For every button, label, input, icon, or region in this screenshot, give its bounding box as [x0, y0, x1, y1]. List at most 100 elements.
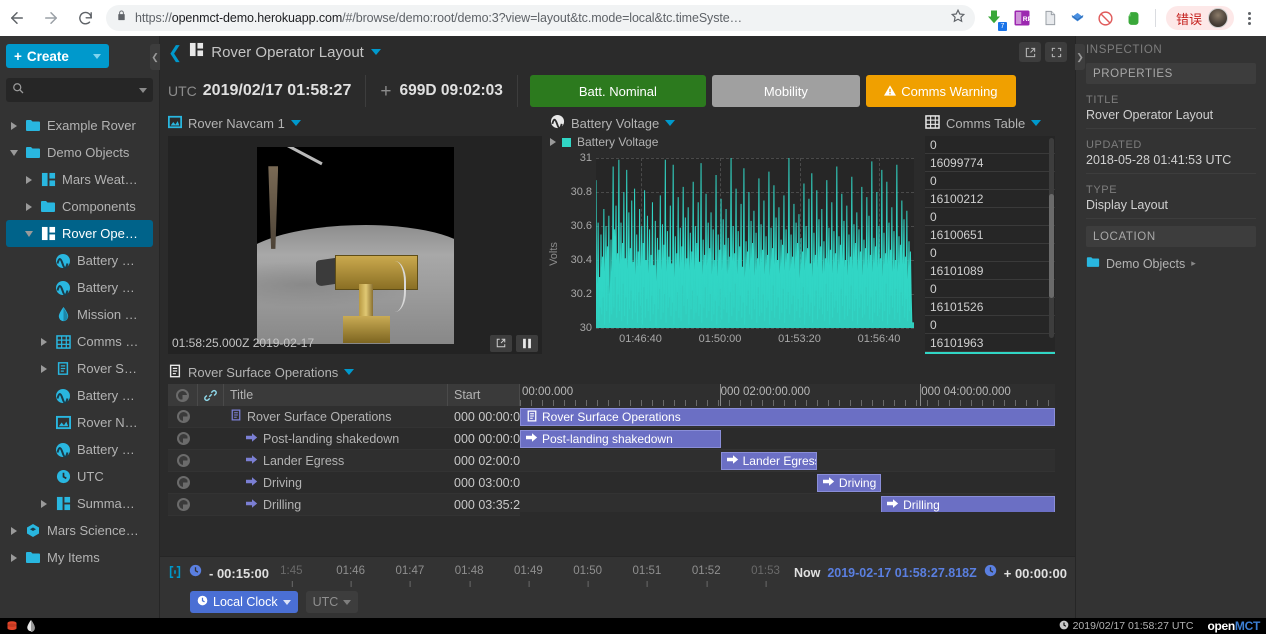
- tree-item-rover-s[interactable]: Rover S…: [6, 355, 153, 382]
- chevron-down-icon[interactable]: [290, 120, 301, 126]
- comms-table-row[interactable]: 0: [925, 208, 1055, 226]
- block-extension-icon[interactable]: [1093, 5, 1119, 31]
- tree-item-summa[interactable]: Summa…: [6, 490, 153, 517]
- chevron-right-icon[interactable]: [38, 364, 49, 373]
- start-offset[interactable]: - 00:15:00: [209, 566, 269, 581]
- rp-extension-icon[interactable]: RP: [1009, 5, 1035, 31]
- export-icon[interactable]: [490, 334, 512, 352]
- scrollbar[interactable]: [1049, 138, 1054, 338]
- chevron-down-icon[interactable]: [370, 49, 381, 55]
- gantt-bar[interactable]: Drilling: [881, 496, 1055, 512]
- collapse-inspector-button[interactable]: ❯: [1075, 44, 1085, 70]
- tree-item-battery[interactable]: Battery …: [6, 382, 153, 409]
- location-breadcrumb[interactable]: Demo Objects ▸: [1086, 256, 1256, 271]
- diamond-extension-icon[interactable]: [1065, 5, 1091, 31]
- error-badge[interactable]: 错误: [1165, 6, 1234, 30]
- droplet-icon[interactable]: [26, 620, 38, 633]
- status-pill-batt-nominal[interactable]: Batt. Nominal: [529, 75, 706, 107]
- chevron-right-icon[interactable]: [550, 138, 556, 146]
- tree-item-components[interactable]: Components: [6, 193, 153, 220]
- chevron-down-icon[interactable]: [1031, 120, 1042, 126]
- start-column-header[interactable]: Start: [448, 384, 520, 406]
- chevron-right-icon[interactable]: [38, 499, 49, 508]
- chevron-down-icon[interactable]: [139, 87, 147, 93]
- chevron-right-icon[interactable]: [8, 553, 19, 562]
- tree-item-utc[interactable]: UTC: [6, 463, 153, 490]
- chevron-down-icon[interactable]: [8, 149, 19, 156]
- pause-icon[interactable]: [516, 334, 538, 352]
- comms-table-row[interactable]: 16101963: [925, 334, 1055, 352]
- activity-table-row[interactable]: Rover Surface Operations 000 00:00:0(: [168, 406, 520, 428]
- comms-table-row[interactable]: 0: [925, 172, 1055, 190]
- gantt-chart[interactable]: 00:00.000 000 02:00:00.000 000 04:00:00.…: [520, 384, 1055, 512]
- status-pill-mobility[interactable]: Mobility: [711, 75, 860, 107]
- tree-item-mission[interactable]: Mission …: [6, 301, 153, 328]
- search-input[interactable]: [6, 78, 153, 102]
- comms-table-row[interactable]: 0: [925, 136, 1055, 154]
- back-chevron-icon[interactable]: ❮: [168, 44, 182, 61]
- timezone-select[interactable]: UTC: [305, 591, 359, 613]
- gantt-bar[interactable]: Lander Egress: [720, 452, 817, 470]
- title-column-header[interactable]: Title: [224, 384, 448, 406]
- export-icon[interactable]: [1019, 42, 1041, 62]
- comms-table-body[interactable]: 0 16099774 0 16100212 0 16100651 0 16101089 0 161…: [925, 136, 1055, 354]
- address-bar[interactable]: https://openmct-demo.herokuapp.com/#/bro…: [106, 5, 975, 31]
- tree-item-example-rover[interactable]: Example Rover: [6, 112, 153, 139]
- tree-item-rover-n[interactable]: Rover N…: [6, 409, 153, 436]
- chevron-right-icon[interactable]: [8, 526, 19, 535]
- kebab-menu-icon[interactable]: [1236, 5, 1262, 31]
- comms-table-row[interactable]: 16100651: [925, 226, 1055, 244]
- tree-item-battery[interactable]: Battery …: [6, 274, 153, 301]
- comms-table-row[interactable]: 16100212: [925, 190, 1055, 208]
- chevron-down-icon[interactable]: [23, 230, 34, 237]
- activity-table-row[interactable]: Lander Egress 000 02:00:0(: [168, 450, 520, 472]
- end-offset[interactable]: + 00:00:00: [1004, 566, 1067, 581]
- chevron-right-icon[interactable]: [23, 175, 34, 184]
- properties-section-header[interactable]: PROPERTIES: [1086, 63, 1256, 84]
- page-extension-icon[interactable]: [1037, 5, 1063, 31]
- chevron-down-icon[interactable]: [665, 120, 676, 126]
- database-icon[interactable]: [6, 620, 18, 632]
- avatar[interactable]: [1208, 8, 1228, 28]
- comms-table-row[interactable]: 0: [925, 244, 1055, 262]
- comms-table-row[interactable]: 16099774: [925, 154, 1055, 172]
- collapse-sidebar-button[interactable]: ❮: [150, 44, 160, 70]
- chevron-right-icon[interactable]: [38, 337, 49, 346]
- navcam-image-frame[interactable]: [168, 136, 542, 354]
- gantt-bar[interactable]: Rover Surface Operations: [520, 408, 1055, 426]
- tree-item-demo-objects[interactable]: Demo Objects: [6, 139, 153, 166]
- plot-legend[interactable]: Battery Voltage: [550, 134, 922, 150]
- chevron-down-icon[interactable]: [344, 369, 355, 375]
- create-button[interactable]: + Create: [6, 44, 109, 68]
- chevron-right-icon[interactable]: [23, 202, 34, 211]
- tree-item-battery[interactable]: Battery …: [6, 436, 153, 463]
- evernote-extension-icon[interactable]: [1121, 5, 1147, 31]
- reload-icon[interactable]: [68, 1, 102, 35]
- download-icon[interactable]: 7: [981, 5, 1007, 31]
- activity-table-row[interactable]: Drilling 000 03:35:2·: [168, 494, 520, 516]
- conductor-axis[interactable]: 1:45 01:46 01:47 01:48 01:49 01:50 01:51 01:52 0…: [276, 557, 787, 589]
- fullscreen-icon[interactable]: [1045, 42, 1067, 62]
- gantt-bar[interactable]: Post-landing shakedown: [520, 430, 721, 448]
- tree-item-battery[interactable]: Battery …: [6, 247, 153, 274]
- clock-mode-select[interactable]: Local Clock: [190, 591, 298, 613]
- star-icon[interactable]: [950, 8, 966, 28]
- tree-item-comms[interactable]: Comms …: [6, 328, 153, 355]
- tree-item-my-items[interactable]: My Items: [6, 544, 153, 571]
- comms-table-row[interactable]: 0: [925, 280, 1055, 298]
- gantt-bar[interactable]: Driving: [816, 474, 882, 492]
- comms-table-row[interactable]: 16101526: [925, 298, 1055, 316]
- tree-item-mars-weat[interactable]: Mars Weat…: [6, 166, 153, 193]
- plot-canvas[interactable]: 30 30.2 30.4 30.6 30.8 31 01:46:40 01:50:00 01:5…: [571, 152, 914, 345]
- tree-item-rover-ope[interactable]: Rover Ope…: [6, 220, 153, 247]
- chevron-right-icon[interactable]: [8, 121, 19, 130]
- forward-icon[interactable]: [34, 1, 68, 35]
- comms-table-row[interactable]: 16101089: [925, 262, 1055, 280]
- location-section-header[interactable]: LOCATION: [1086, 226, 1256, 247]
- back-icon[interactable]: [0, 1, 34, 35]
- activity-table-row[interactable]: Post-landing shakedown 000 00:00:0(: [168, 428, 520, 450]
- comms-table-row[interactable]: 0: [925, 316, 1055, 334]
- status-pill-comms-warning[interactable]: Comms Warning: [865, 75, 1016, 107]
- tree-item-mars-science[interactable]: Mars Science…: [6, 517, 153, 544]
- activity-table-row[interactable]: Driving 000 03:00:0(: [168, 472, 520, 494]
